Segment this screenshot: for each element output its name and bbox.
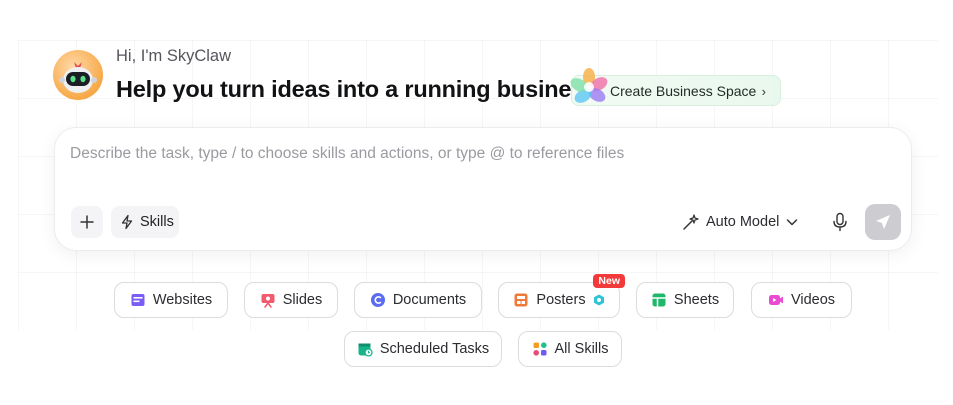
chevron-right-icon: › [761,84,766,99]
chip-label: Videos [790,292,836,308]
new-badge: New [593,274,625,288]
slides-icon [261,294,275,308]
videos-icon [768,295,783,305]
chip-label: Posters [536,292,586,308]
send-button[interactable] [865,204,901,240]
ai-model-icon [593,294,604,306]
chip-label: Sheets [673,292,720,308]
microphone-button[interactable] [829,210,851,234]
all-skills-icon [532,342,547,356]
chip-documents[interactable]: Documents [354,282,482,318]
skills-button[interactable]: Skills [111,206,179,238]
chip-label: Websites [152,292,213,308]
send-icon [876,215,890,229]
chip-label: All Skills [554,341,609,357]
sheets-icon [652,293,666,307]
create-business-space-label: Create Business Space [610,82,757,99]
chip-slides[interactable]: Slides [244,282,338,318]
flower-icon [570,68,608,103]
posters-icon [514,293,528,307]
task-input[interactable] [70,142,890,166]
chip-all-skills[interactable]: All Skills [518,331,622,367]
websites-icon [131,294,145,306]
documents-icon [370,293,385,307]
model-selector[interactable]: Auto Model [682,209,799,235]
headline-text: Help you turn ideas into a running busin… [116,76,598,102]
chip-label: Slides [282,292,323,308]
add-attachment-button[interactable] [71,206,103,238]
chip-label: Documents [392,292,467,308]
microphone-icon [833,212,847,232]
skyclaw-avatar [53,50,103,100]
chip-posters[interactable]: Posters New [498,274,625,318]
greeting-text: Hi, I'm SkyClaw [116,47,231,65]
model-label: Auto Model [706,214,780,230]
chip-videos[interactable]: Videos [751,282,852,318]
create-business-space-button[interactable]: Create Business Space › [570,68,781,106]
chip-sheets[interactable]: Sheets [636,282,734,318]
lightning-icon [121,214,133,230]
chevron-down-icon [787,219,798,226]
scheduled-tasks-icon [358,343,373,357]
chip-label: Scheduled Tasks [379,341,490,357]
plus-icon [80,215,94,229]
chip-scheduled-tasks[interactable]: Scheduled Tasks [344,331,502,367]
chip-websites[interactable]: Websites [114,282,228,318]
skills-label: Skills [140,214,174,230]
sparkle-wand-icon [683,214,699,230]
composer: Skills Auto Model [54,127,912,251]
